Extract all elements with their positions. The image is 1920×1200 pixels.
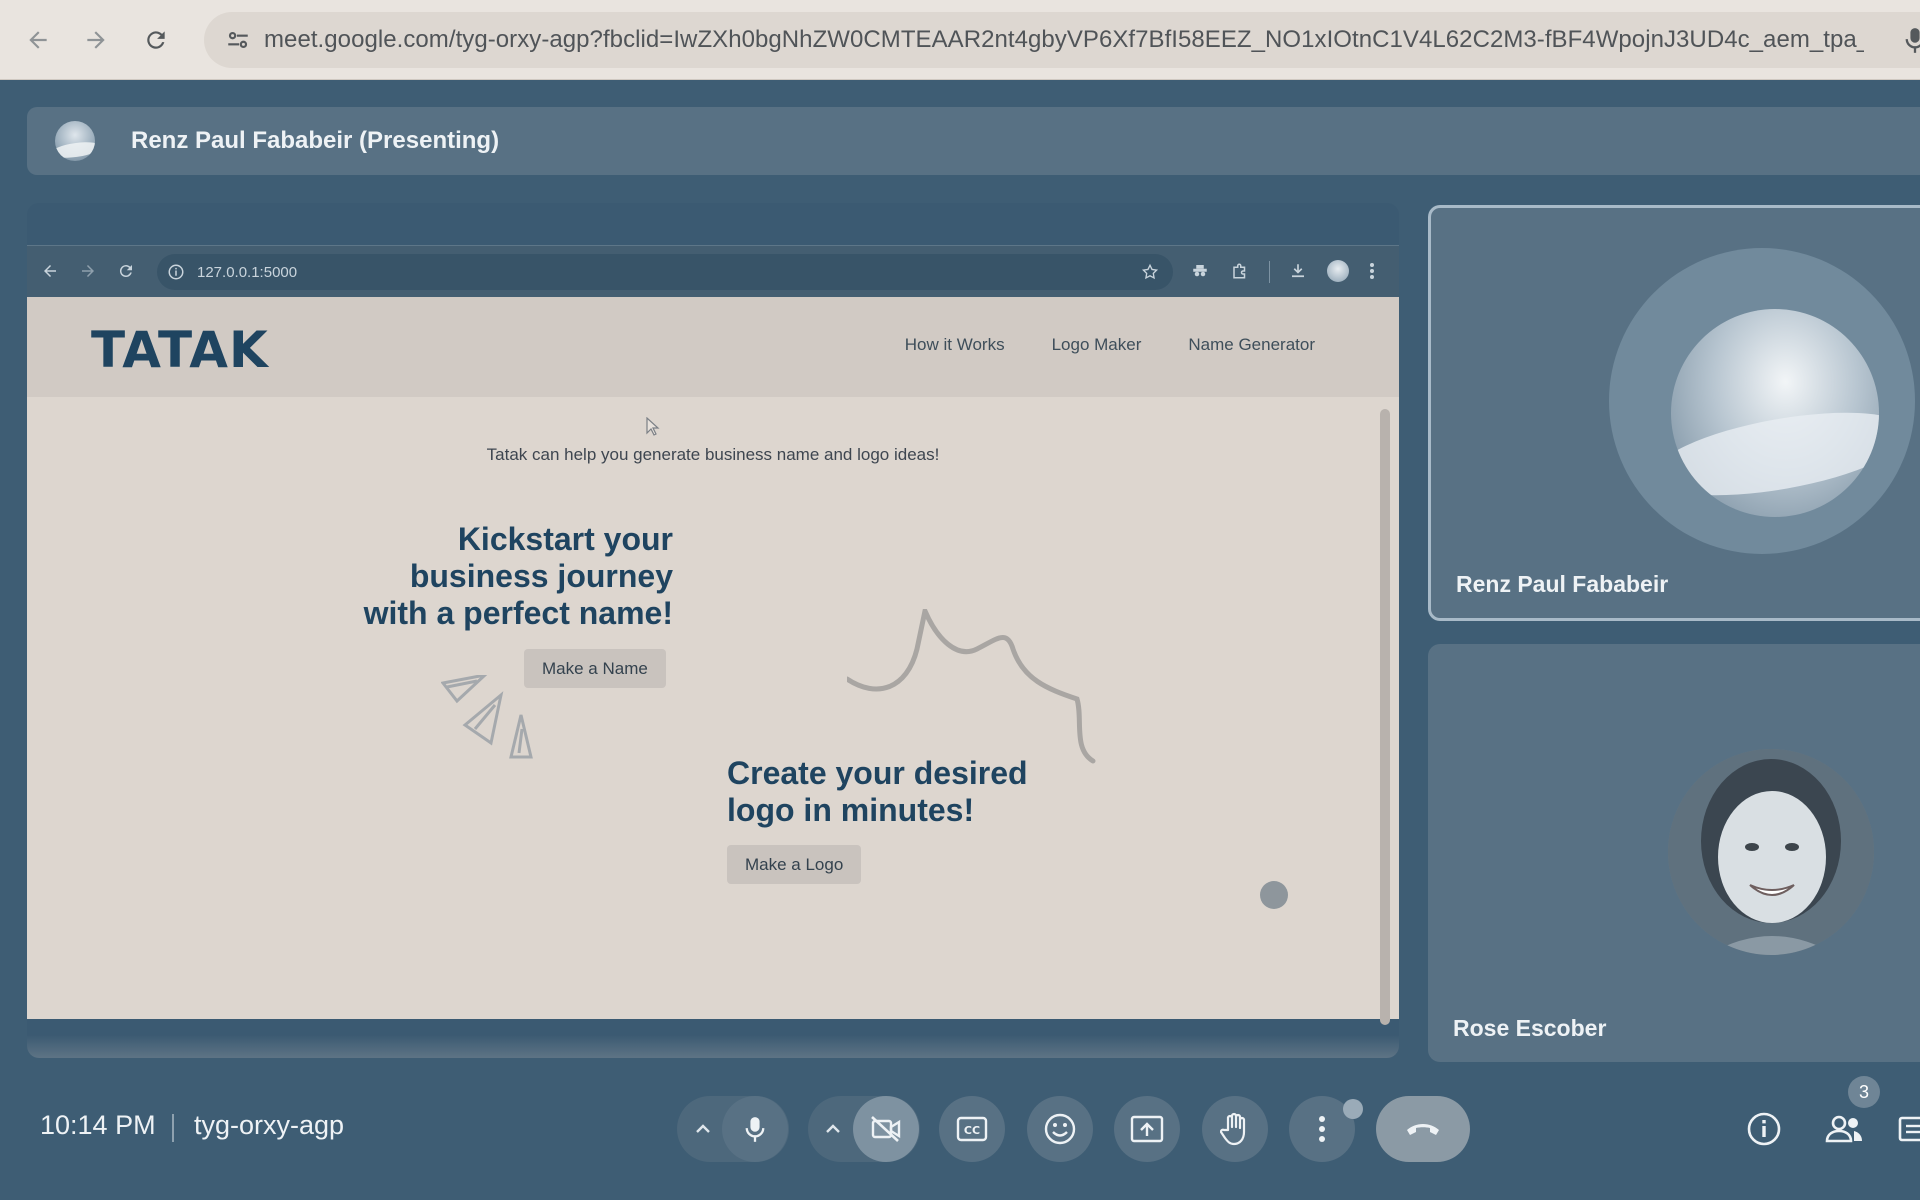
meeting-details-button[interactable]	[1741, 1106, 1787, 1152]
audio-options-button[interactable]	[688, 1114, 718, 1144]
info-icon	[1747, 1112, 1781, 1146]
notification-dot	[1343, 1099, 1363, 1119]
cursor-icon	[646, 417, 660, 436]
arrow-left-icon	[29, 31, 47, 49]
reload-button[interactable]	[136, 20, 176, 60]
site-header: TATAK How it Works Logo Maker Name Gener…	[27, 297, 1399, 397]
participant-count-badge: 3	[1848, 1076, 1880, 1108]
extensions-icon	[1231, 262, 1249, 280]
back-button[interactable]	[18, 20, 58, 60]
emoji-icon	[1044, 1113, 1076, 1145]
name-heading-line: with a perfect name!	[363, 595, 673, 631]
kebab-menu-icon	[1319, 1116, 1325, 1142]
participant-tile[interactable]: Renz Paul Fababeir	[1428, 205, 1920, 621]
video-controls-overlay	[27, 1035, 1399, 1058]
download-icon	[1289, 262, 1307, 280]
present-screen-button[interactable]	[1114, 1096, 1180, 1162]
leave-call-button[interactable]	[1376, 1096, 1470, 1162]
video-options-button[interactable]	[818, 1114, 848, 1144]
star-icon	[1141, 263, 1159, 280]
site-tagline: Tatak can help you generate business nam…	[486, 445, 940, 464]
chat-button[interactable]	[1896, 1106, 1920, 1152]
closed-captions-icon: CC	[956, 1116, 988, 1142]
shared-webpage: TATAK How it Works Logo Maker Name Gener…	[27, 297, 1399, 1058]
logo-heading-line: logo in minutes!	[727, 792, 975, 828]
logo-heading: Create your desired logo in minutes!	[727, 755, 1028, 829]
present-icon	[1130, 1115, 1164, 1143]
participant-photo	[1668, 749, 1874, 955]
svg-text:CC: CC	[964, 1124, 980, 1137]
toolbar-divider	[1269, 261, 1270, 283]
shared-address-bar: 127.0.0.1:5000	[157, 254, 1173, 290]
participant-name: Rose Escober	[1453, 1015, 1607, 1041]
profile-avatar-icon	[1327, 260, 1349, 282]
presenter-avatar	[55, 121, 95, 161]
meeting-clock: 10:14 PM	[40, 1110, 156, 1140]
squiggle-doodle	[847, 609, 1096, 764]
site-info-icon[interactable]	[212, 12, 264, 68]
presenter-label: Renz Paul Fababeir (Presenting)	[131, 127, 500, 154]
chevron-up-icon	[826, 1124, 840, 1133]
logo-heading-line: Create your desired	[727, 755, 1028, 791]
microphone-button[interactable]	[722, 1096, 788, 1162]
incognito-icon	[1191, 262, 1209, 280]
shared-reload-icon	[117, 262, 135, 280]
arrow-right-icon	[87, 31, 105, 49]
reload-icon	[147, 31, 165, 49]
participant-avatar	[1671, 309, 1879, 517]
camera-off-icon	[871, 1116, 901, 1142]
name-heading-line: Kickstart your	[457, 521, 673, 557]
shared-scroll-thumb	[1380, 409, 1390, 1025]
participant-name: Renz Paul Fababeir	[1456, 571, 1669, 597]
reactions-button[interactable]	[1027, 1096, 1093, 1162]
people-icon	[1825, 1115, 1862, 1143]
info-icon	[168, 264, 184, 280]
shared-url-text: 127.0.0.1:5000	[197, 263, 298, 281]
name-heading-line: business journey	[409, 558, 673, 594]
presenter-bar: Renz Paul Fababeir (Presenting)	[27, 107, 1920, 175]
shared-forward-icon	[79, 262, 97, 280]
browser-toolbar: meet.google.com/tyg-orxy-agp?fbclid=IwZX…	[0, 0, 1920, 80]
hand-icon	[1220, 1112, 1246, 1146]
microphone-icon	[745, 1117, 765, 1142]
forward-button[interactable]	[76, 20, 116, 60]
face-photo-icon	[1668, 749, 1874, 955]
camera-button[interactable]	[853, 1096, 919, 1162]
people-button[interactable]	[1821, 1106, 1867, 1152]
raise-hand-button[interactable]	[1202, 1096, 1268, 1162]
nav-how-it-works: How it Works	[904, 335, 1005, 354]
shared-scrollbar	[1379, 399, 1391, 1058]
captions-button[interactable]: CC	[939, 1096, 1005, 1162]
make-a-logo-button: Make a Logo	[727, 845, 862, 884]
paper-planes-doodle	[441, 675, 533, 759]
name-heading: Kickstart your business journey with a p…	[364, 521, 673, 632]
nav-name-generator: Name Generator	[1188, 335, 1315, 354]
info-divider	[172, 1114, 174, 1142]
chat-icon	[1898, 1116, 1920, 1142]
kebab-menu-icon	[1369, 262, 1375, 280]
shared-browser-toolbar: 127.0.0.1:5000	[27, 245, 1399, 297]
nav-logo-maker: Logo Maker	[1051, 335, 1142, 354]
address-bar[interactable]: meet.google.com/tyg-orxy-agp?fbclid=IwZX…	[204, 12, 1920, 68]
pointer-dot	[1260, 881, 1288, 909]
mic-icon[interactable]	[1904, 26, 1920, 54]
shared-screen[interactable]: 127.0.0.1:5000 TATAK How it Works Logo M…	[27, 203, 1399, 1058]
shared-back-icon	[41, 262, 59, 280]
meeting-code: tyg-orxy-agp	[194, 1110, 345, 1140]
site-nav: How it Works Logo Maker Name Generator	[905, 335, 1315, 355]
hang-up-icon	[1407, 1124, 1439, 1135]
site-logo: TATAK	[91, 321, 269, 379]
chevron-up-icon	[696, 1124, 710, 1133]
participant-tile[interactable]: Rose Escober	[1428, 644, 1920, 1062]
url-text[interactable]: meet.google.com/tyg-orxy-agp?fbclid=IwZX…	[264, 26, 1864, 54]
